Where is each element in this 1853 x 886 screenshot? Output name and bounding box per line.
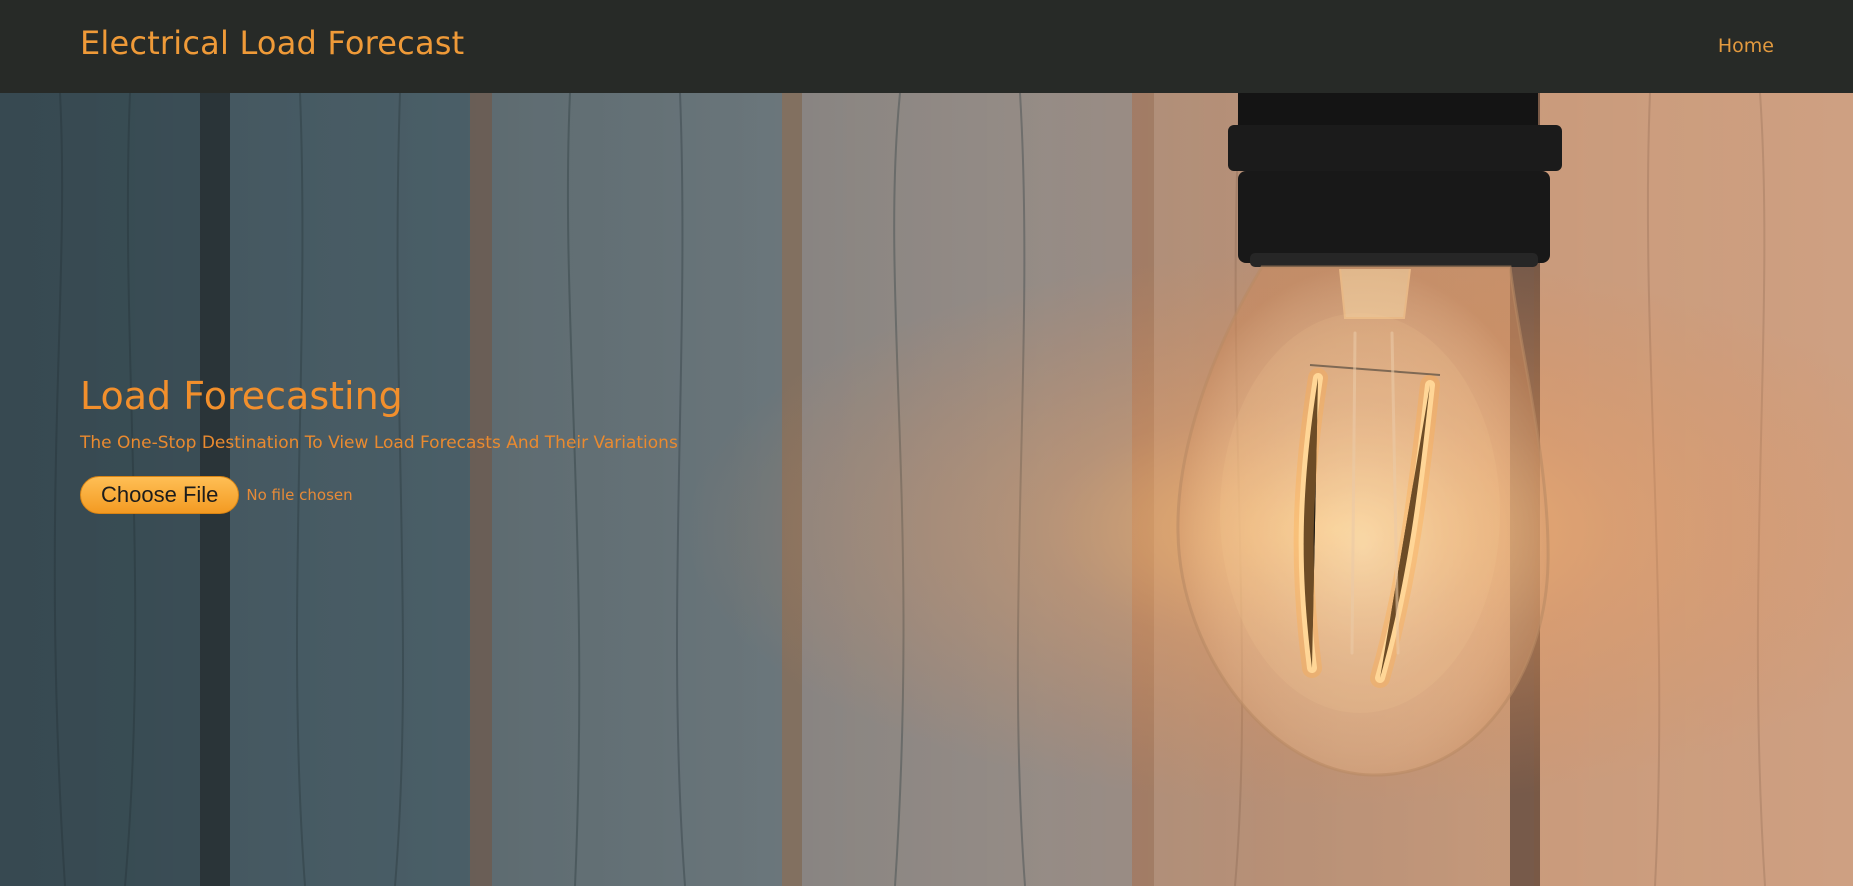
file-status-text: No file chosen (246, 486, 353, 504)
brand-title[interactable]: Electrical Load Forecast (80, 24, 464, 62)
choose-file-button[interactable]: Choose File (80, 476, 240, 514)
file-upload-control: Choose File No file chosen (80, 475, 353, 515)
nav-home-link[interactable]: Home (1718, 35, 1774, 57)
hero-subtitle: The One-Stop Destination To View Load Fo… (80, 433, 678, 453)
hero-title: Load Forecasting (80, 374, 403, 418)
top-navbar: Electrical Load Forecast Home (0, 0, 1853, 93)
